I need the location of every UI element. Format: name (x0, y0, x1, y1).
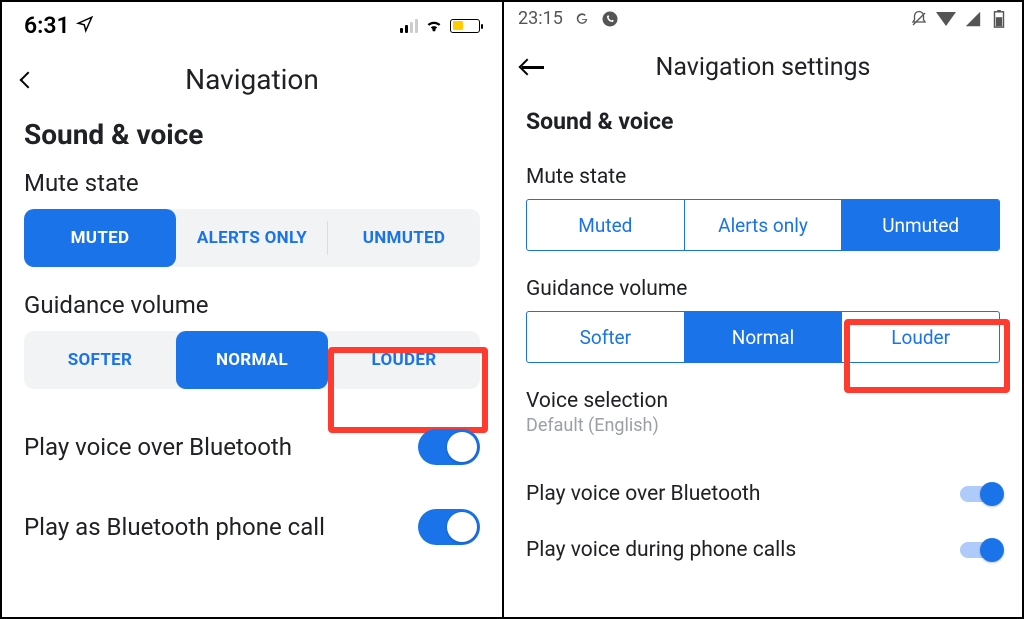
toggle-label: Play voice over Bluetooth (526, 482, 761, 506)
bluetooth-phonecall-toggle[interactable] (418, 509, 480, 545)
segment-louder[interactable]: LOUDER (328, 331, 480, 389)
mute-state-label: Mute state (504, 165, 1022, 199)
segment-alerts-only[interactable]: ALERTS ONLY (176, 209, 328, 267)
segment-alerts-only[interactable]: Alerts only (685, 200, 843, 250)
segment-softer[interactable]: Softer (527, 312, 685, 362)
android-status-bar: 23:15 (504, 2, 1022, 33)
google-icon (573, 10, 591, 28)
segment-muted[interactable]: Muted (527, 200, 685, 250)
toggle-label: Play as Bluetooth phone call (24, 513, 325, 541)
mute-state-segmented: MUTED ALERTS ONLY UNMUTED (24, 209, 480, 267)
section-heading: Sound & voice (2, 118, 502, 163)
segment-normal[interactable]: Normal (685, 312, 843, 362)
mute-state-label: Mute state (2, 163, 502, 209)
battery-icon (450, 19, 480, 33)
back-button[interactable] (522, 66, 554, 68)
segment-normal[interactable]: NORMAL (176, 331, 328, 389)
phone-calls-voice-toggle[interactable] (960, 542, 1000, 558)
guidance-volume-label: Guidance volume (2, 285, 502, 331)
android-time: 23:15 (518, 8, 563, 29)
signal-icon (936, 12, 956, 26)
wifi-icon (424, 12, 444, 39)
bluetooth-voice-toggle[interactable] (418, 429, 480, 465)
toggle-label: Play voice over Bluetooth (24, 433, 292, 461)
toggle-row-phonecalls: Play voice during phone calls (504, 522, 1022, 578)
location-icon (76, 12, 94, 39)
page-title: Navigation (40, 63, 464, 96)
segment-muted[interactable]: MUTED (24, 209, 176, 267)
chevron-left-icon (20, 71, 37, 88)
ios-status-bar: 6:31 (2, 2, 502, 45)
bluetooth-voice-toggle[interactable] (960, 486, 1000, 502)
ios-header: Navigation (2, 45, 502, 118)
dnd-icon (910, 10, 928, 28)
segment-unmuted[interactable]: UNMUTED (328, 209, 480, 267)
cell-signal-icon (964, 10, 982, 28)
voice-selection-row[interactable]: Voice selection Default (English) (504, 389, 1022, 466)
toggle-row-bluetooth: Play voice over Bluetooth (504, 466, 1022, 522)
guidance-volume-segmented: SOFTER NORMAL LOUDER (24, 331, 480, 389)
battery-icon (990, 10, 1008, 28)
segment-softer[interactable]: SOFTER (24, 331, 176, 389)
page-title: Navigation settings (554, 53, 972, 82)
arrow-left-icon (522, 66, 544, 68)
segment-louder[interactable]: Louder (842, 312, 999, 362)
section-heading: Sound & voice (504, 108, 1022, 165)
voice-selection-title: Voice selection (526, 389, 1000, 413)
guidance-volume-label: Guidance volume (504, 277, 1022, 311)
toggle-row-phonecall: Play as Bluetooth phone call (2, 487, 502, 567)
android-header: Navigation settings (504, 33, 1022, 108)
voice-selection-value: Default (English) (526, 415, 1000, 436)
segment-unmuted[interactable]: Unmuted (842, 200, 999, 250)
guidance-volume-segmented: Softer Normal Louder (526, 311, 1000, 363)
mute-state-segmented: Muted Alerts only Unmuted (526, 199, 1000, 251)
toggle-label: Play voice during phone calls (526, 538, 796, 562)
cellular-icon (400, 19, 418, 33)
back-button[interactable] (22, 66, 40, 94)
toggle-row-bluetooth: Play voice over Bluetooth (2, 407, 502, 487)
phone-icon (601, 10, 619, 28)
ios-time: 6:31 (24, 12, 70, 39)
